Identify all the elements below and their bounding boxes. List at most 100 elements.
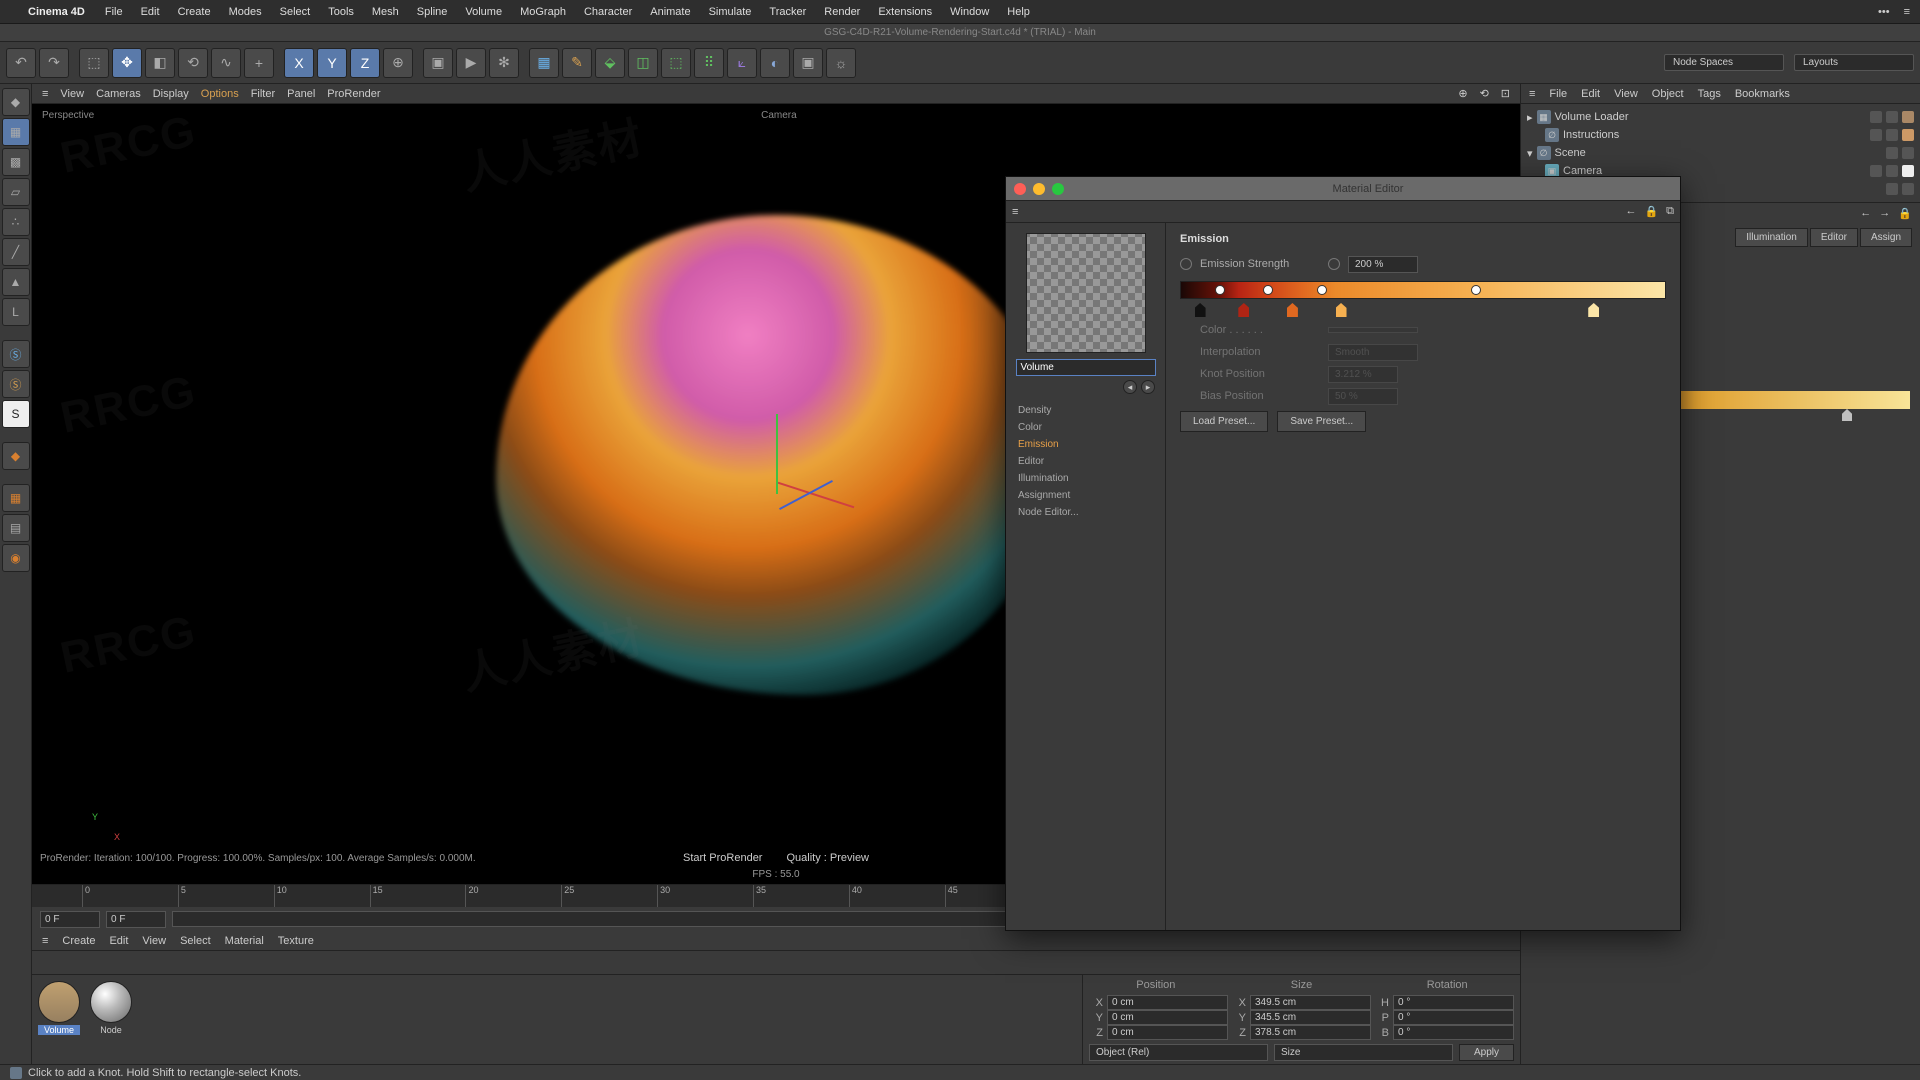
next-material-icon[interactable]: ▸ — [1141, 380, 1155, 394]
render-picture-icon[interactable]: ▶ — [456, 48, 486, 78]
render-toggle[interactable] — [1886, 165, 1898, 177]
prorender-menu[interactable]: ProRender — [327, 88, 380, 100]
om-bookmarks-menu[interactable]: Bookmarks — [1735, 88, 1790, 100]
om-object-menu[interactable]: Object — [1652, 88, 1684, 100]
grid-icon[interactable]: ▦ — [2, 484, 30, 512]
emission-strength-field[interactable]: 200 % — [1348, 256, 1418, 273]
viewport-nav-icon[interactable]: ⟲ — [1480, 87, 1489, 100]
material-preview[interactable] — [1026, 233, 1146, 353]
tag-icon[interactable] — [1902, 111, 1914, 123]
node-spaces-dropdown[interactable]: Node Spaces — [1664, 54, 1784, 71]
coord-mode-dropdown[interactable]: Object (Rel) — [1089, 1044, 1268, 1061]
knot-position-field[interactable]: 3.212 % — [1328, 366, 1398, 383]
menu-tools[interactable]: Tools — [328, 6, 354, 18]
new-window-icon[interactable]: ⧉ — [1666, 205, 1674, 218]
object-name[interactable]: Instructions — [1563, 129, 1866, 141]
visibility-toggle[interactable] — [1870, 111, 1882, 123]
hamburger-icon[interactable]: ≡ — [1012, 206, 1018, 218]
camera-icon[interactable]: ▣ — [793, 48, 823, 78]
menu-modes[interactable]: Modes — [229, 6, 262, 18]
polygon-mode-icon[interactable]: ▲ — [2, 268, 30, 296]
visibility-toggle[interactable] — [1870, 165, 1882, 177]
size-z-field[interactable]: 378.5 cm — [1250, 1025, 1371, 1040]
load-preset-button[interactable]: Load Preset... — [1180, 411, 1268, 432]
om-tags-menu[interactable]: Tags — [1698, 88, 1721, 100]
menu-tracker[interactable]: Tracker — [769, 6, 806, 18]
size-y-field[interactable]: 345.5 cm — [1250, 1010, 1371, 1025]
workplane2-icon[interactable]: ◆ — [2, 442, 30, 470]
subdiv-icon[interactable]: ◫ — [628, 48, 658, 78]
recent-icon[interactable]: ∿ — [211, 48, 241, 78]
menu-render[interactable]: Render — [824, 6, 860, 18]
environment-icon[interactable]: ◐ — [760, 48, 790, 78]
object-row[interactable]: ∅ Instructions — [1527, 126, 1914, 144]
pos-x-field[interactable]: 0 cm — [1107, 995, 1228, 1010]
view-menu[interactable]: View — [60, 88, 84, 100]
save-preset-button[interactable]: Save Preset... — [1277, 411, 1366, 432]
gradient-bottom-knot[interactable] — [1238, 303, 1249, 317]
render-view-icon[interactable]: ▣ — [423, 48, 453, 78]
hamburger-icon[interactable]: ≡ — [42, 935, 48, 947]
prev-material-icon[interactable]: ◂ — [1123, 380, 1137, 394]
render-toggle[interactable] — [1902, 183, 1914, 195]
om-view-menu[interactable]: View — [1614, 88, 1638, 100]
light-icon[interactable]: ☼ — [826, 48, 856, 78]
undo-icon[interactable]: ↶ — [6, 48, 36, 78]
timeline-start-field[interactable]: 0 F — [40, 911, 100, 928]
snap-icon[interactable]: Ⓢ — [2, 340, 30, 368]
apply-button[interactable]: Apply — [1459, 1044, 1514, 1061]
y-axis-icon[interactable]: Y — [317, 48, 347, 78]
generator-icon[interactable]: ⬙ — [595, 48, 625, 78]
material-swatch-icon[interactable] — [38, 981, 80, 1023]
rot-b-field[interactable]: 0 ° — [1393, 1025, 1514, 1040]
pen-spline-icon[interactable]: ✎ — [562, 48, 592, 78]
mat-material-menu[interactable]: Material — [225, 935, 264, 947]
gradient-top-knot[interactable] — [1471, 285, 1481, 295]
render-toggle[interactable] — [1886, 129, 1898, 141]
emission-gradient[interactable] — [1180, 281, 1666, 319]
axis-mode-icon[interactable]: L — [2, 298, 30, 326]
layer-icon[interactable]: ▤ — [2, 514, 30, 542]
menu-extensions[interactable]: Extensions — [878, 6, 932, 18]
display-menu[interactable]: Display — [153, 88, 189, 100]
render-settings-icon[interactable]: ✻ — [489, 48, 519, 78]
om-edit-menu[interactable]: Edit — [1581, 88, 1600, 100]
material-swatch-icon[interactable] — [90, 981, 132, 1023]
gradient-top-knot[interactable] — [1317, 285, 1327, 295]
attr-tab-assign[interactable]: Assign — [1860, 228, 1912, 247]
layouts-dropdown[interactable]: Layouts — [1794, 54, 1914, 71]
channel-color[interactable]: Color — [1016, 419, 1155, 436]
mat-create-menu[interactable]: Create — [62, 935, 95, 947]
tag-icon[interactable] — [1902, 129, 1914, 141]
menu-create[interactable]: Create — [178, 6, 211, 18]
gradient-knot-row[interactable] — [1180, 299, 1666, 319]
hamburger-icon[interactable]: ≡ — [1904, 6, 1910, 18]
coord-system-icon[interactable]: ⊕ — [383, 48, 413, 78]
gradient-bottom-knot[interactable] — [1336, 303, 1347, 317]
render-toggle[interactable] — [1902, 147, 1914, 159]
hamburger-icon[interactable]: ≡ — [1529, 88, 1535, 100]
object-row[interactable]: ▸ ▦ Volume Loader — [1527, 108, 1914, 126]
menu-character[interactable]: Character — [584, 6, 632, 18]
gradient-knot[interactable] — [1842, 409, 1852, 421]
gradient-bottom-knot[interactable] — [1287, 303, 1298, 317]
close-icon[interactable] — [1014, 183, 1026, 195]
select-icon[interactable]: ⬚ — [79, 48, 109, 78]
filter-menu[interactable]: Filter — [251, 88, 275, 100]
menu-animate[interactable]: Animate — [650, 6, 690, 18]
menu-select[interactable]: Select — [280, 6, 311, 18]
redo-icon[interactable]: ↷ — [39, 48, 69, 78]
menu-window[interactable]: Window — [950, 6, 989, 18]
options-menu[interactable]: Options — [201, 88, 239, 100]
active-camera-tag-icon[interactable] — [1902, 165, 1914, 177]
object-name[interactable]: Volume Loader — [1555, 111, 1866, 123]
app-name[interactable]: Cinema 4D — [28, 6, 85, 18]
attr-tab-editor[interactable]: Editor — [1810, 228, 1858, 247]
menu-simulate[interactable]: Simulate — [709, 6, 752, 18]
material-editor-titlebar[interactable]: Material Editor — [1006, 177, 1680, 201]
move-icon[interactable]: ✥ — [112, 48, 142, 78]
deformer-icon[interactable]: ⟀ — [727, 48, 757, 78]
visibility-toggle[interactable] — [1870, 129, 1882, 141]
channel-emission[interactable]: Emission — [1016, 436, 1155, 453]
interpolation-dropdown[interactable]: Smooth — [1328, 344, 1418, 361]
